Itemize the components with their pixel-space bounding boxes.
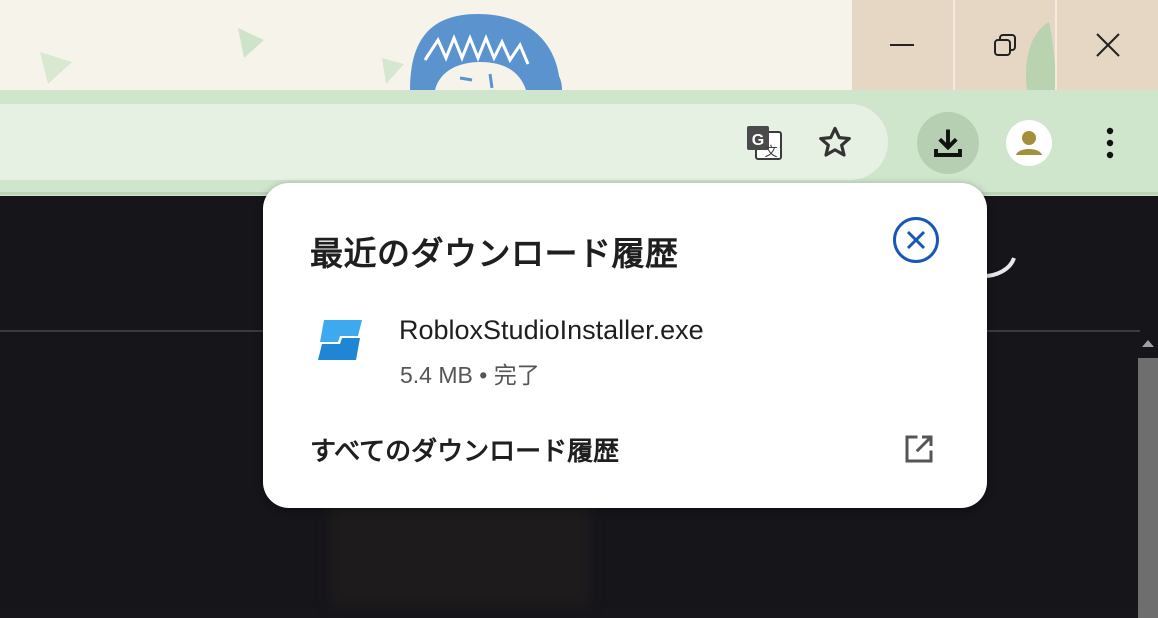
open-in-new-icon	[905, 435, 933, 463]
scroll-up-arrow[interactable]	[1142, 340, 1154, 347]
translate-button[interactable]: G 文	[733, 112, 795, 174]
scrollbar-thumb[interactable]	[1138, 358, 1158, 618]
all-downloads-label: すべてのダウンロード履歴	[310, 436, 620, 466]
close-window-button[interactable]	[1055, 0, 1158, 90]
blurred-thumbnail	[330, 496, 590, 607]
bookmark-star-button[interactable]	[804, 112, 866, 174]
download-item[interactable]: RobloxStudioInstaller.exe 5.4 MB • 完了	[263, 298, 987, 388]
restore-button[interactable]	[952, 0, 1057, 90]
download-file-meta: 5.4 MB • 完了	[400, 356, 540, 390]
download-status: 完了	[493, 362, 540, 388]
close-icon	[1095, 33, 1120, 57]
profile-button[interactable]	[998, 112, 1060, 174]
download-file-name: RobloxStudioInstaller.exe	[399, 315, 704, 345]
downloads-button[interactable]	[917, 112, 979, 174]
minimize-button[interactable]	[852, 0, 953, 90]
all-downloads-link[interactable]: すべてのダウンロード履歴	[263, 413, 987, 483]
download-bubble: 最近のダウンロード履歴 RobloxStudioInstaller.exe 5.…	[263, 183, 987, 508]
svg-text:文: 文	[764, 145, 777, 160]
download-file-size: 5.4 MB	[400, 362, 473, 388]
title-bar	[0, 0, 1158, 90]
browser-toolbar: G 文	[0, 90, 1158, 196]
meta-separator: •	[479, 362, 488, 388]
download-icon	[934, 129, 962, 157]
window-controls	[852, 0, 1158, 90]
close-circle-icon	[906, 230, 926, 250]
close-bubble-button[interactable]	[893, 217, 939, 263]
minimize-icon	[890, 44, 915, 46]
menu-button[interactable]	[1079, 112, 1141, 174]
more-vert-icon	[1106, 127, 1114, 159]
star-icon	[819, 126, 851, 157]
profile-avatar-icon	[1006, 120, 1052, 166]
svg-text:G: G	[752, 132, 764, 149]
restore-icon	[994, 34, 1016, 56]
roblox-studio-icon	[318, 320, 362, 360]
theme-leaf-decoration	[1025, 22, 1057, 90]
translate-icon: G 文	[747, 126, 782, 160]
browser-theme-artwork	[40, 14, 562, 90]
download-bubble-title: 最近のダウンロード履歴	[310, 235, 679, 272]
